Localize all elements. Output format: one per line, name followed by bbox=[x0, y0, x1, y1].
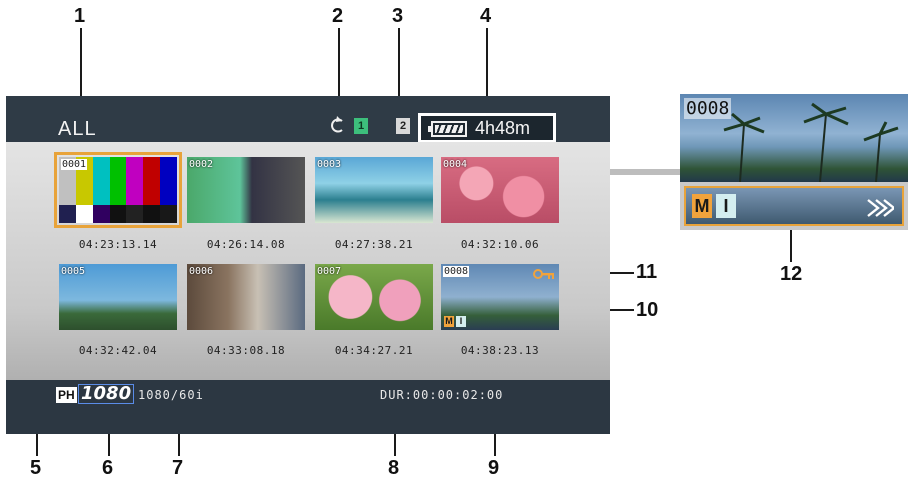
clip-number: 0008 bbox=[443, 266, 470, 277]
clip-thumbnail-1[interactable]: 0001 bbox=[59, 157, 177, 223]
clip-timecode: 04:33:08.18 bbox=[206, 344, 286, 357]
recording-mode-badge: PH bbox=[56, 387, 77, 403]
clip-number: 0007 bbox=[317, 266, 342, 277]
zoomed-clip-number: 0008 bbox=[684, 98, 732, 119]
clip-number: 0006 bbox=[189, 266, 214, 277]
clip-number: 0004 bbox=[443, 159, 468, 170]
clip-thumbnail-6[interactable]: 0006 bbox=[187, 264, 305, 330]
index-icon: I bbox=[456, 316, 466, 327]
clip-duration: DUR:00:00:02:00 bbox=[380, 388, 504, 402]
callout-1: 1 bbox=[74, 5, 86, 27]
clip-timecode: 04:32:10.06 bbox=[460, 238, 540, 251]
callout-11: 11 bbox=[636, 261, 658, 283]
thumbnail-grid: 0001 04:23:13.14 0002 04:26:14.08 0003 0… bbox=[6, 142, 610, 380]
clip-number: 0001 bbox=[61, 159, 88, 170]
key-icon bbox=[533, 269, 554, 279]
callout-3: 3 bbox=[392, 5, 404, 27]
callout-2: 2 bbox=[332, 5, 344, 27]
fast-forward-icon bbox=[867, 199, 894, 217]
clip-thumbnail-8[interactable]: 0008 M I bbox=[441, 264, 559, 330]
callout-12: 12 bbox=[780, 263, 803, 285]
clip-timecode: 04:27:38.21 bbox=[334, 238, 414, 251]
callout-5: 5 bbox=[30, 457, 42, 479]
screen-title: ALL bbox=[58, 118, 97, 140]
clip-number: 0002 bbox=[189, 159, 214, 170]
mark-icon: M bbox=[444, 316, 454, 327]
cycle-icon bbox=[331, 116, 343, 133]
info-bar: PH 1080 1080/60i DUR:00:00:02:00 bbox=[6, 380, 610, 434]
clip-thumbnail-4[interactable]: 0004 bbox=[441, 157, 559, 223]
mark-icon: M bbox=[692, 194, 712, 218]
clip-number: 0003 bbox=[317, 159, 342, 170]
callout-7: 7 bbox=[172, 457, 184, 479]
clip-timecode: 04:26:14.08 bbox=[206, 238, 286, 251]
callout-6: 6 bbox=[102, 457, 114, 479]
thumbnail-screen: ALL 1 2 4h48m 0001 04:23:13.14 0002 04:2… bbox=[6, 96, 610, 434]
zoomed-clip-detail: 0008 M I bbox=[680, 94, 908, 230]
slot-2-badge: 2 bbox=[396, 118, 410, 134]
clip-timecode: 04:34:27.21 bbox=[334, 344, 414, 357]
clip-timecode: 04:32:42.04 bbox=[78, 344, 158, 357]
zoomed-icon-strip: M I bbox=[684, 186, 904, 226]
index-icon: I bbox=[716, 194, 736, 218]
clip-thumbnail-3[interactable]: 0003 bbox=[315, 157, 433, 223]
clip-thumbnail-2[interactable]: 0002 bbox=[187, 157, 305, 223]
callout-9: 9 bbox=[488, 457, 500, 479]
battery-icon bbox=[428, 121, 467, 137]
recording-format: 1080/60i bbox=[138, 388, 204, 402]
leader-line-12 bbox=[790, 230, 792, 262]
zoomed-thumbnail: 0008 bbox=[680, 94, 908, 182]
battery-indicator: 4h48m bbox=[418, 113, 556, 143]
clip-timecode: 04:38:23.13 bbox=[460, 344, 540, 357]
clip-timecode: 04:23:13.14 bbox=[78, 238, 158, 251]
battery-remaining-time: 4h48m bbox=[475, 118, 531, 138]
zoomed-icon-bar: M I bbox=[680, 182, 908, 230]
callout-8: 8 bbox=[388, 457, 400, 479]
resolution-badge: 1080 bbox=[78, 384, 135, 404]
slot-1-badge: 1 bbox=[354, 118, 368, 134]
callout-10: 10 bbox=[636, 299, 659, 321]
callout-4: 4 bbox=[480, 5, 492, 27]
clip-thumbnail-5[interactable]: 0005 bbox=[59, 264, 177, 330]
clip-number: 0005 bbox=[61, 266, 86, 277]
clip-thumbnail-7[interactable]: 0007 bbox=[315, 264, 433, 330]
status-bar: ALL 1 2 4h48m bbox=[6, 96, 610, 143]
